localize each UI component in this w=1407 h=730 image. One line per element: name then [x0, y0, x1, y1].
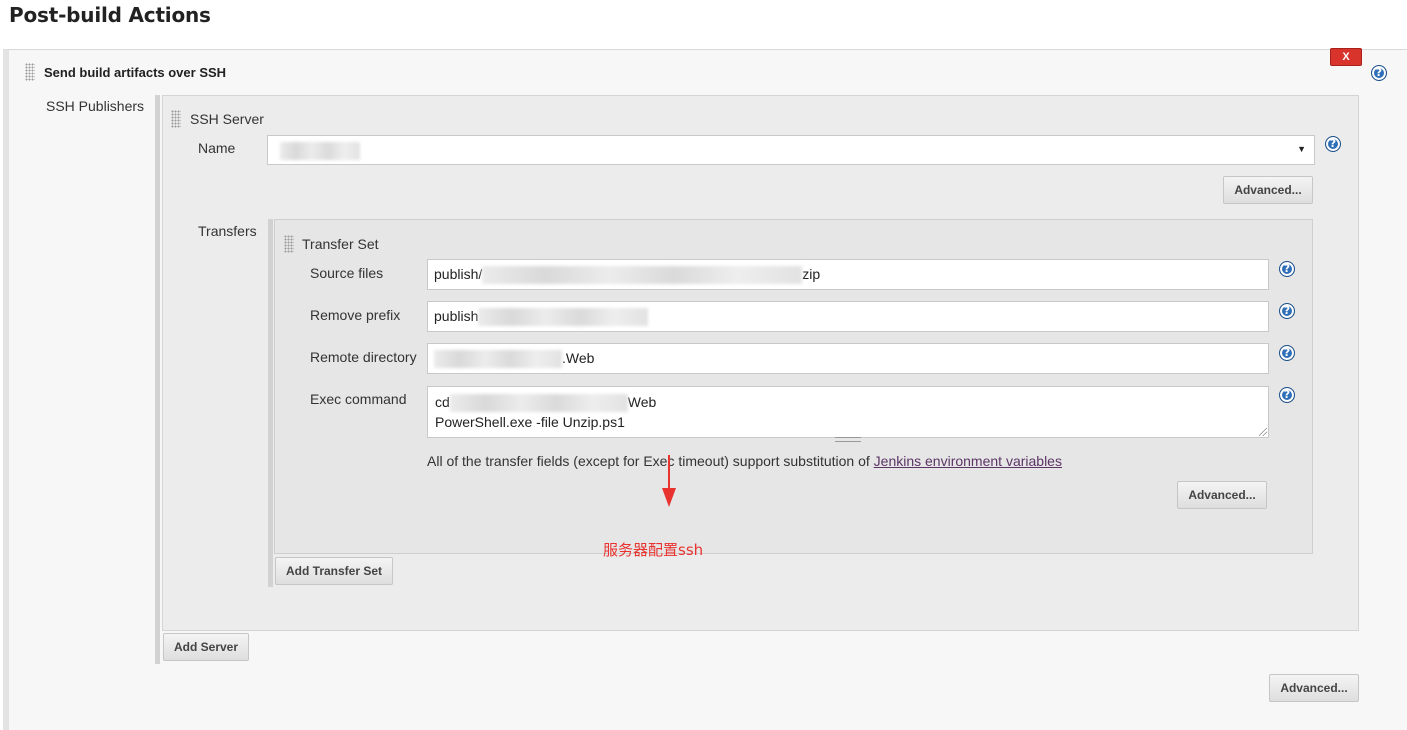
resize-grip-icon[interactable] — [1259, 428, 1267, 436]
transfers-indent-bar — [268, 219, 273, 587]
redacted-value — [434, 350, 562, 369]
textarea-expand-handle[interactable] — [835, 437, 861, 442]
redacted-value — [449, 394, 628, 413]
name-label: Name — [198, 140, 236, 156]
help-icon[interactable]: ? — [1371, 65, 1387, 81]
drag-handle-icon[interactable] — [284, 235, 294, 253]
page-title: Post-build Actions — [9, 3, 211, 27]
exec-line2: PowerShell.exe -file Unzip.ps1 — [435, 414, 625, 431]
source-files-suffix: zip — [802, 266, 821, 282]
server-advanced-button[interactable]: Advanced... — [1223, 176, 1313, 204]
remote-directory-label: Remote directory — [310, 349, 417, 365]
env-substitution-note: All of the transfer fields (except for E… — [427, 453, 1062, 469]
annotation-text: 服务器配置ssh — [603, 541, 704, 559]
annotation-arrow-head — [662, 488, 676, 507]
chevron-down-icon: ▼ — [1297, 144, 1306, 154]
ssh-publishers-label: SSH Publishers — [46, 98, 145, 114]
publisher-title: Send build artifacts over SSH — [44, 65, 227, 80]
annotation-arrow — [668, 455, 670, 490]
help-icon[interactable]: ? — [1279, 261, 1295, 277]
help-icon[interactable]: ? — [1325, 136, 1341, 152]
add-transfer-set-button[interactable]: Add Transfer Set — [275, 557, 393, 585]
env-note-text: All of the transfer fields (except for E… — [427, 453, 874, 469]
help-icon[interactable]: ? — [1279, 387, 1295, 403]
server-name-select[interactable]: ▼ — [267, 135, 1315, 165]
redacted-value — [280, 142, 360, 160]
publishers-indent-bar — [155, 95, 160, 664]
source-files-input[interactable]: publish/zip — [427, 259, 1269, 290]
remote-directory-suffix: .Web — [562, 350, 595, 366]
remove-prefix-value: publish — [434, 308, 479, 324]
exec-line1-suffix: Web — [627, 394, 657, 410]
add-server-button[interactable]: Add Server — [163, 633, 249, 661]
transfer-advanced-button[interactable]: Advanced... — [1177, 481, 1267, 509]
help-icon[interactable]: ? — [1279, 303, 1295, 319]
publisher-advanced-button[interactable]: Advanced... — [1269, 674, 1359, 702]
transfer-set-title: Transfer Set — [302, 236, 379, 252]
remove-prefix-label: Remove prefix — [310, 307, 401, 323]
env-variables-link[interactable]: Jenkins environment variables — [874, 453, 1062, 469]
exec-command-textarea[interactable]: cd Web PowerShell.exe -file Unzip.ps1 — [427, 386, 1269, 438]
source-files-label: Source files — [310, 265, 384, 281]
drag-handle-icon[interactable] — [171, 110, 181, 128]
delete-publisher-button[interactable]: X — [1330, 48, 1362, 66]
remote-directory-input[interactable]: .Web — [427, 343, 1269, 374]
drag-handle-icon[interactable] — [25, 63, 35, 81]
redacted-value — [478, 308, 649, 327]
exec-command-label: Exec command — [310, 391, 407, 407]
redacted-value — [482, 266, 803, 285]
remove-prefix-input[interactable]: publish — [427, 301, 1269, 332]
source-files-prefix: publish/ — [434, 266, 483, 282]
ssh-server-title: SSH Server — [190, 111, 264, 127]
help-icon[interactable]: ? — [1279, 345, 1295, 361]
transfers-label: Transfers — [198, 223, 257, 239]
exec-line1-prefix: cd — [435, 394, 450, 410]
